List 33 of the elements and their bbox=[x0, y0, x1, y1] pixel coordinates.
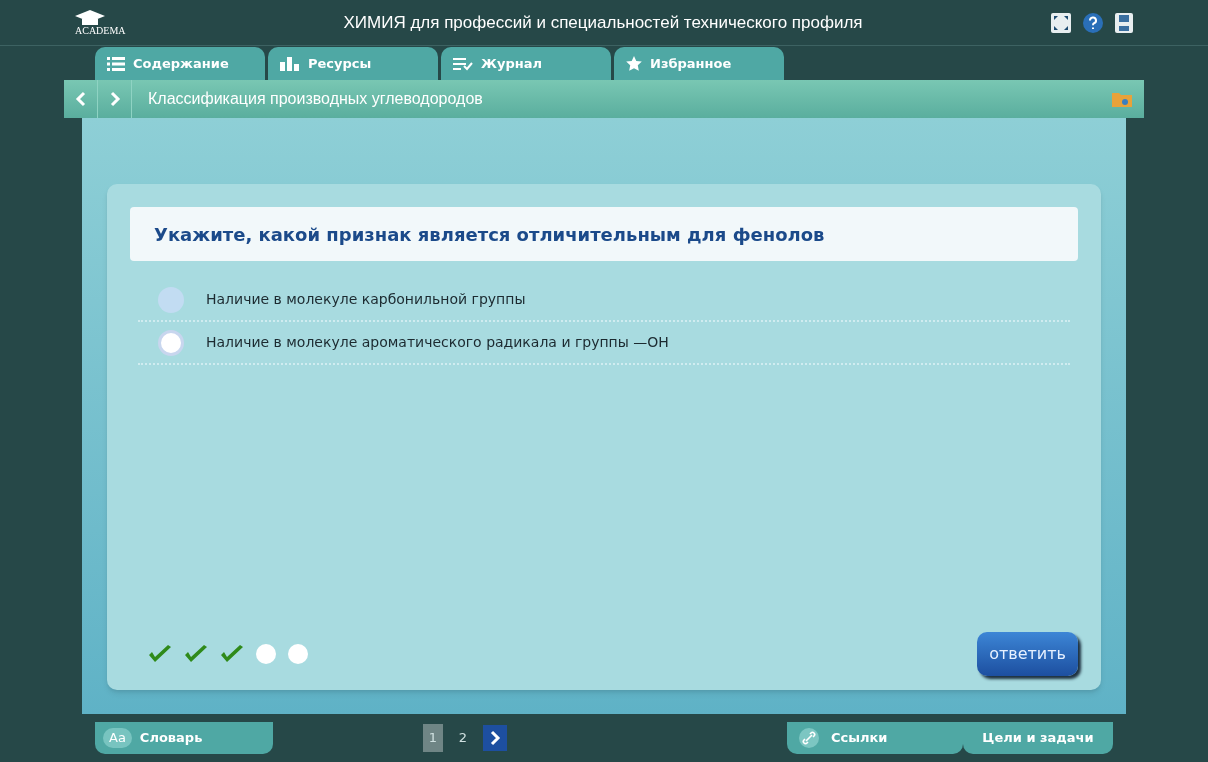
glossary-badge: Aa bbox=[103, 728, 132, 748]
help-icon[interactable] bbox=[1083, 12, 1103, 33]
bar-chart-icon bbox=[280, 56, 300, 71]
chevron-right-icon bbox=[489, 730, 501, 746]
window-title: ХИМИЯ для профессий и специальностей технического профиля bbox=[342, 11, 864, 34]
list-icon bbox=[107, 56, 125, 71]
goals-tab[interactable]: Цели и задачи bbox=[963, 722, 1113, 754]
link-icon bbox=[799, 728, 819, 748]
page-button[interactable]: 1 bbox=[423, 724, 443, 752]
question-text: Укажите, какой признак является отличительным для фенолов bbox=[154, 222, 825, 247]
option-label[interactable]: Наличие в молекуле карбонильной группы bbox=[206, 289, 526, 310]
save-icon[interactable] bbox=[1115, 12, 1133, 33]
logo-text: ACADEMA bbox=[75, 25, 126, 36]
nav-tab[interactable]: Содержание bbox=[95, 47, 265, 80]
folder-icon[interactable] bbox=[1112, 91, 1132, 107]
fullscreen-icon[interactable] bbox=[1051, 12, 1071, 33]
list-check-icon bbox=[453, 56, 473, 71]
star-icon bbox=[626, 56, 642, 71]
section-title: Классификация производных углеводородов bbox=[148, 89, 484, 109]
option-label[interactable]: Наличие в молекуле ароматического радикала и группы —ОН bbox=[206, 332, 669, 353]
answer-button[interactable]: ответить bbox=[977, 632, 1078, 676]
radio-button[interactable] bbox=[158, 329, 184, 356]
next-page-button[interactable] bbox=[483, 725, 507, 751]
nav-tab[interactable]: Журнал bbox=[441, 47, 611, 80]
glossary-tab[interactable]: Aa Словарь bbox=[95, 722, 273, 754]
page-button[interactable]: 2 bbox=[453, 724, 473, 752]
nav-tab[interactable]: Ресурсы bbox=[268, 47, 438, 80]
graduation-cap-icon bbox=[75, 9, 105, 26]
links-tab[interactable]: Ссылки bbox=[787, 722, 963, 754]
chevron-left-icon bbox=[74, 91, 87, 107]
radio-button[interactable] bbox=[158, 286, 184, 313]
nav-tab[interactable]: Избранное bbox=[614, 47, 784, 80]
chevron-right-icon bbox=[108, 91, 121, 107]
